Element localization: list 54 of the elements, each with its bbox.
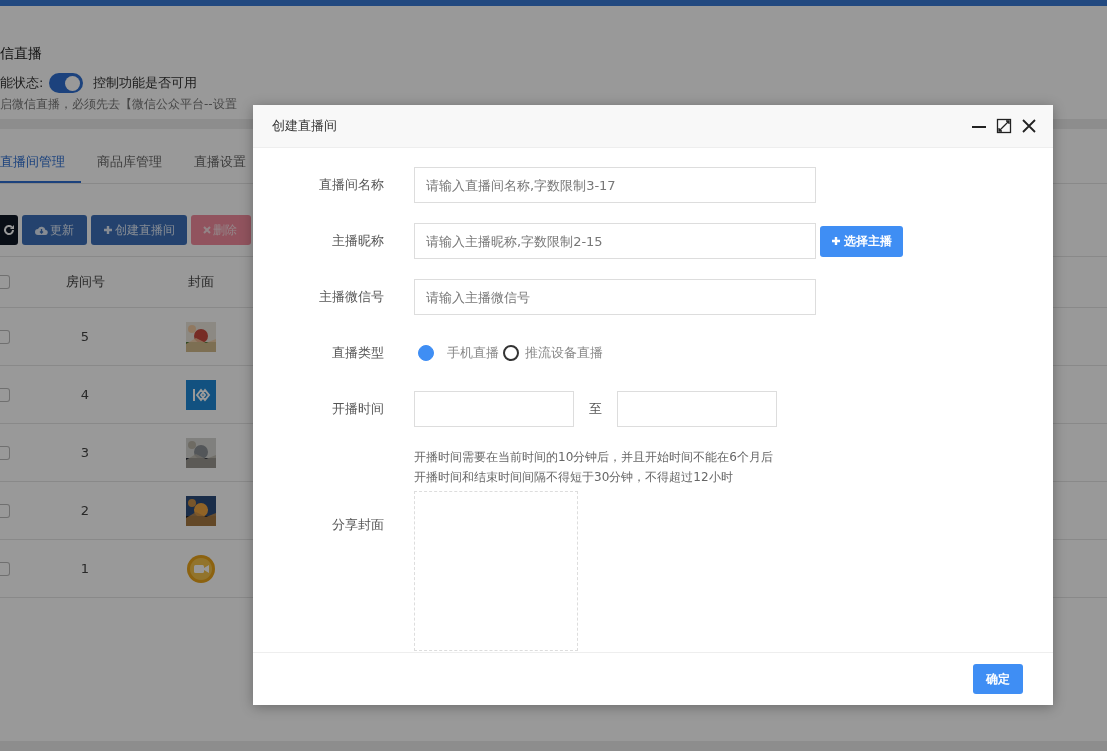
select-anchor-button[interactable]: 选择主播 bbox=[820, 225, 903, 257]
status-hint: 控制功能是否可用 bbox=[93, 74, 198, 92]
notice-text: 启微信直播，必须先去【微信公众平台--设置 bbox=[0, 96, 238, 113]
plus-icon bbox=[103, 225, 113, 235]
field-label: 主播昵称 bbox=[331, 232, 384, 250]
plus-icon bbox=[831, 236, 841, 246]
table-cell-text: 3 bbox=[79, 445, 91, 460]
column-header: 房间号 bbox=[64, 273, 106, 291]
close-icon bbox=[203, 226, 211, 234]
hint-text: 开播时间需要在当前时间的10分钟后，并且开始时间不能在6个月后 bbox=[414, 449, 774, 466]
date-field[interactable] bbox=[617, 391, 777, 427]
table-cell-text: 2 bbox=[79, 503, 91, 518]
upload-area[interactable] bbox=[414, 491, 578, 651]
create-button[interactable]: 创建直播间 bbox=[91, 215, 187, 245]
checkbox[interactable] bbox=[0, 275, 10, 289]
update-button[interactable]: 更新 bbox=[22, 215, 87, 245]
checkbox[interactable] bbox=[0, 561, 10, 576]
input-field[interactable]: 请输入主播微信号 bbox=[414, 279, 816, 315]
field-label: 直播类型 bbox=[331, 344, 384, 362]
page-title: 信直播 bbox=[0, 44, 43, 63]
checkbox[interactable] bbox=[0, 503, 10, 518]
hint-text: 开播时间和结束时间间隔不得短于30分钟，不得超过12小时 bbox=[414, 469, 734, 486]
radio-button[interactable] bbox=[503, 345, 519, 361]
tab[interactable]: 商品库管理 bbox=[81, 153, 178, 183]
checkbox[interactable] bbox=[0, 329, 10, 344]
field-label: 直播间名称 bbox=[318, 176, 384, 194]
radio-label[interactable]: 手机直播 bbox=[447, 344, 499, 362]
logo-icon bbox=[186, 379, 216, 410]
dialog-title: 创建直播间 bbox=[272, 117, 337, 135]
checkbox[interactable] bbox=[0, 445, 10, 460]
column-header: 封面 bbox=[187, 273, 215, 291]
date-field[interactable] bbox=[414, 391, 574, 427]
refresh-icon bbox=[3, 224, 15, 236]
input-field[interactable]: 请输入直播间名称,字数限制3-17 bbox=[414, 167, 816, 203]
maximize-icon[interactable] bbox=[996, 118, 1012, 134]
radio-label[interactable]: 推流设备直播 bbox=[525, 344, 603, 362]
tab[interactable]: 直播间管理 bbox=[0, 153, 81, 183]
status-label: 能状态: bbox=[0, 74, 44, 92]
confirm-button[interactable]: 确定 bbox=[973, 664, 1023, 694]
close-icon[interactable] bbox=[1021, 118, 1037, 134]
table-cell-text: 4 bbox=[79, 387, 91, 402]
radio-button[interactable] bbox=[418, 345, 434, 361]
input-field[interactable]: 请输入主播昵称,字数限制2-15 bbox=[414, 223, 816, 259]
refresh-button[interactable] bbox=[0, 215, 18, 245]
field-label: 开播时间 bbox=[331, 400, 384, 418]
camera-icon bbox=[186, 553, 216, 584]
checkbox[interactable] bbox=[0, 387, 10, 402]
field-label: 主播微信号 bbox=[318, 288, 384, 306]
table-cell-text: 1 bbox=[79, 561, 91, 576]
range-separator: 至 bbox=[588, 400, 603, 418]
field-label: 分享封面 bbox=[331, 516, 384, 534]
cloud-download-icon bbox=[35, 224, 48, 236]
toggle-switch[interactable] bbox=[49, 73, 84, 93]
table-cell-text: 5 bbox=[79, 329, 91, 344]
